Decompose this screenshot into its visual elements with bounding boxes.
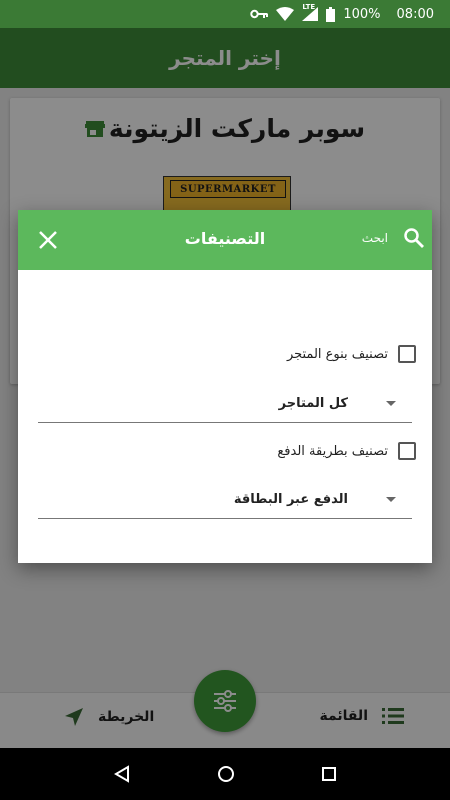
status-bar: LTE 100% 08:00 xyxy=(0,0,450,28)
key-icon xyxy=(250,8,269,20)
payment-value: الدفع عبر البطاقة xyxy=(233,492,348,507)
filter-payment-row[interactable]: تصنيف بطريقة الدفع xyxy=(277,442,416,460)
search-label: ابحث xyxy=(361,231,388,245)
filter-payment-checkbox[interactable] xyxy=(398,442,416,460)
payment-select[interactable]: الدفع عبر البطاقة xyxy=(38,481,412,519)
store-type-value: كل المتاجر xyxy=(278,396,348,411)
filter-store-type-row[interactable]: تصنيف بنوع المتجر xyxy=(287,345,416,363)
search-button[interactable]: ابحث xyxy=(362,226,426,250)
categories-dialog: التصنيفات ابحث تصنيف بنوع المتجر كل المت… xyxy=(18,210,432,563)
store-type-select[interactable]: كل المتاجر xyxy=(38,385,412,423)
system-nav-bar xyxy=(0,748,450,800)
home-icon[interactable] xyxy=(217,765,235,783)
filter-payment-label: تصنيف بطريقة الدفع xyxy=(277,443,388,459)
filter-store-type-label: تصنيف بنوع المتجر xyxy=(286,346,388,362)
lte-label: LTE xyxy=(302,3,316,11)
wifi-icon xyxy=(276,7,295,21)
clock: 08:00 xyxy=(396,6,434,22)
dialog-header: التصنيفات ابحث xyxy=(18,210,432,270)
battery-percent: 100% xyxy=(343,6,381,22)
signal-icon: LTE xyxy=(302,3,319,21)
back-icon[interactable] xyxy=(113,765,131,783)
dropdown-arrow-icon xyxy=(386,497,396,502)
search-icon xyxy=(404,228,424,248)
filter-store-type-checkbox[interactable] xyxy=(398,345,416,363)
dropdown-arrow-icon xyxy=(386,401,396,406)
recents-icon[interactable] xyxy=(321,766,337,782)
battery-icon xyxy=(326,6,336,22)
